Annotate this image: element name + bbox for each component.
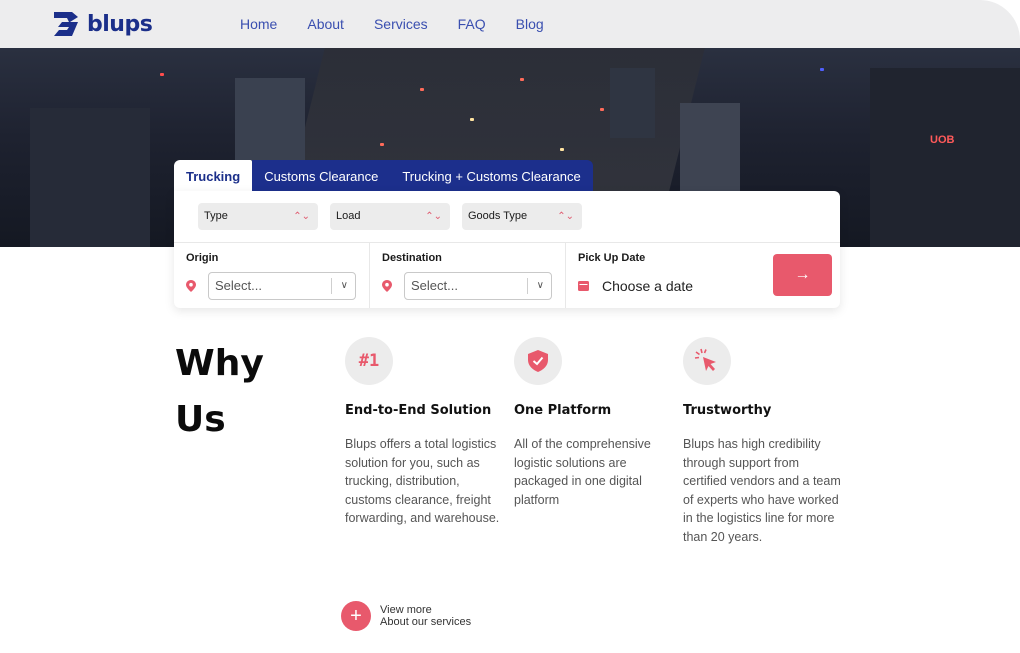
why-us-line2: Us xyxy=(175,399,226,440)
feature-title: End-to-End Solution xyxy=(345,403,492,418)
feature-description: Blups offers a total logistics solution … xyxy=(345,437,500,525)
car-light xyxy=(420,88,424,91)
tab-customs-clearance[interactable]: Customs Clearance xyxy=(252,160,391,192)
feature-card-trustworthy: Trustworthy Blups has high credibility t… xyxy=(683,337,843,546)
origin-select[interactable]: Select... ∨ xyxy=(208,272,356,300)
car-light xyxy=(380,143,384,146)
search-submit-button[interactable]: → xyxy=(773,254,832,296)
number-one-icon: #1 xyxy=(345,337,393,385)
filter-row: Type ⌃⌄ Load ⌃⌄ Goods Type ⌃⌄ xyxy=(198,203,594,230)
type-select[interactable]: Type ⌃⌄ xyxy=(198,203,318,230)
select-separator xyxy=(331,278,332,294)
hero-building xyxy=(30,108,150,247)
brand-logo[interactable]: blups xyxy=(52,10,153,38)
destination-select[interactable]: Select... ∨ xyxy=(404,272,552,300)
chevron-down-icon: ∨ xyxy=(340,280,348,291)
type-select-label: Type xyxy=(204,210,228,222)
chevron-down-icon: ∨ xyxy=(536,280,544,291)
nav-home[interactable]: Home xyxy=(240,15,277,33)
view-more-text: View more About our services xyxy=(380,604,471,628)
origin-label: Origin xyxy=(186,252,219,264)
number-one-text: #1 xyxy=(358,351,380,371)
search-card: Type ⌃⌄ Load ⌃⌄ Goods Type ⌃⌄ Origin Sel… xyxy=(174,191,840,308)
nav-blog[interactable]: Blog xyxy=(516,15,544,33)
shield-check-svg xyxy=(528,350,548,372)
hero-building xyxy=(610,68,655,138)
goods-type-select[interactable]: Goods Type ⌃⌄ xyxy=(462,203,582,230)
shield-check-icon xyxy=(514,337,562,385)
why-us-heading: Why Us xyxy=(175,336,264,448)
destination-field: Destination Select... ∨ xyxy=(370,243,566,308)
select-separator xyxy=(527,278,528,294)
car-light xyxy=(560,148,564,151)
feature-description: All of the comprehensive logistic soluti… xyxy=(514,437,651,507)
feature-card-one-platform: One Platform All of the comprehensive lo… xyxy=(514,337,674,509)
location-pin-icon xyxy=(186,280,196,292)
sort-chevron-icon: ⌃⌄ xyxy=(293,211,310,222)
sort-chevron-icon: ⌃⌄ xyxy=(557,211,574,222)
car-light xyxy=(160,73,164,76)
view-more-line2: About our services xyxy=(380,616,472,628)
load-select[interactable]: Load ⌃⌄ xyxy=(330,203,450,230)
car-light xyxy=(520,78,524,81)
hero-building xyxy=(870,68,1020,247)
view-more-line1: View more xyxy=(380,604,432,616)
nav-faq[interactable]: FAQ xyxy=(458,15,486,33)
pickup-date-field[interactable]: Pick Up Date Choose a date xyxy=(566,243,766,308)
tab-trucking-customs[interactable]: Trucking + Customs Clearance xyxy=(390,160,593,192)
car-light xyxy=(470,118,474,121)
service-tabs: Trucking Customs Clearance Trucking + Cu… xyxy=(174,160,593,192)
car-light xyxy=(600,108,604,111)
nav-about[interactable]: About xyxy=(307,15,344,33)
goods-type-select-label: Goods Type xyxy=(468,210,528,222)
top-navbar: blups Home About Services FAQ Blog xyxy=(0,0,1020,48)
car-light xyxy=(820,68,824,71)
view-more-services-link[interactable]: + View more About our services xyxy=(341,601,471,631)
pickup-date-placeholder: Choose a date xyxy=(602,278,694,294)
main-nav: Home About Services FAQ Blog xyxy=(240,15,574,33)
feature-description: Blups has high credibility through suppo… xyxy=(683,437,841,544)
tab-trucking[interactable]: Trucking xyxy=(174,160,253,192)
pickup-date-label: Pick Up Date xyxy=(578,252,646,264)
plus-icon[interactable]: + xyxy=(341,601,371,631)
hero-sign: UOB xyxy=(930,134,955,146)
sort-chevron-icon: ⌃⌄ xyxy=(425,211,442,222)
feature-title: Trustworthy xyxy=(683,403,772,418)
feature-title: One Platform xyxy=(514,403,612,418)
location-pin-icon xyxy=(382,280,392,292)
cursor-click-svg xyxy=(694,348,716,371)
why-us-line1: Why xyxy=(175,343,264,384)
nav-services[interactable]: Services xyxy=(374,15,428,33)
destination-select-placeholder: Select... xyxy=(411,278,458,293)
hero-building xyxy=(680,103,740,193)
origin-field: Origin Select... ∨ xyxy=(174,243,369,308)
brand-name: blups xyxy=(87,11,153,37)
cursor-click-icon xyxy=(683,337,731,385)
calendar-icon xyxy=(578,281,589,291)
load-select-label: Load xyxy=(336,210,361,222)
blups-logo-icon xyxy=(54,12,78,36)
destination-label: Destination xyxy=(382,252,442,264)
origin-select-placeholder: Select... xyxy=(215,278,262,293)
feature-card-end-to-end: #1 End-to-End Solution Blups offers a to… xyxy=(345,337,505,528)
arrow-right-icon: → xyxy=(794,266,811,283)
